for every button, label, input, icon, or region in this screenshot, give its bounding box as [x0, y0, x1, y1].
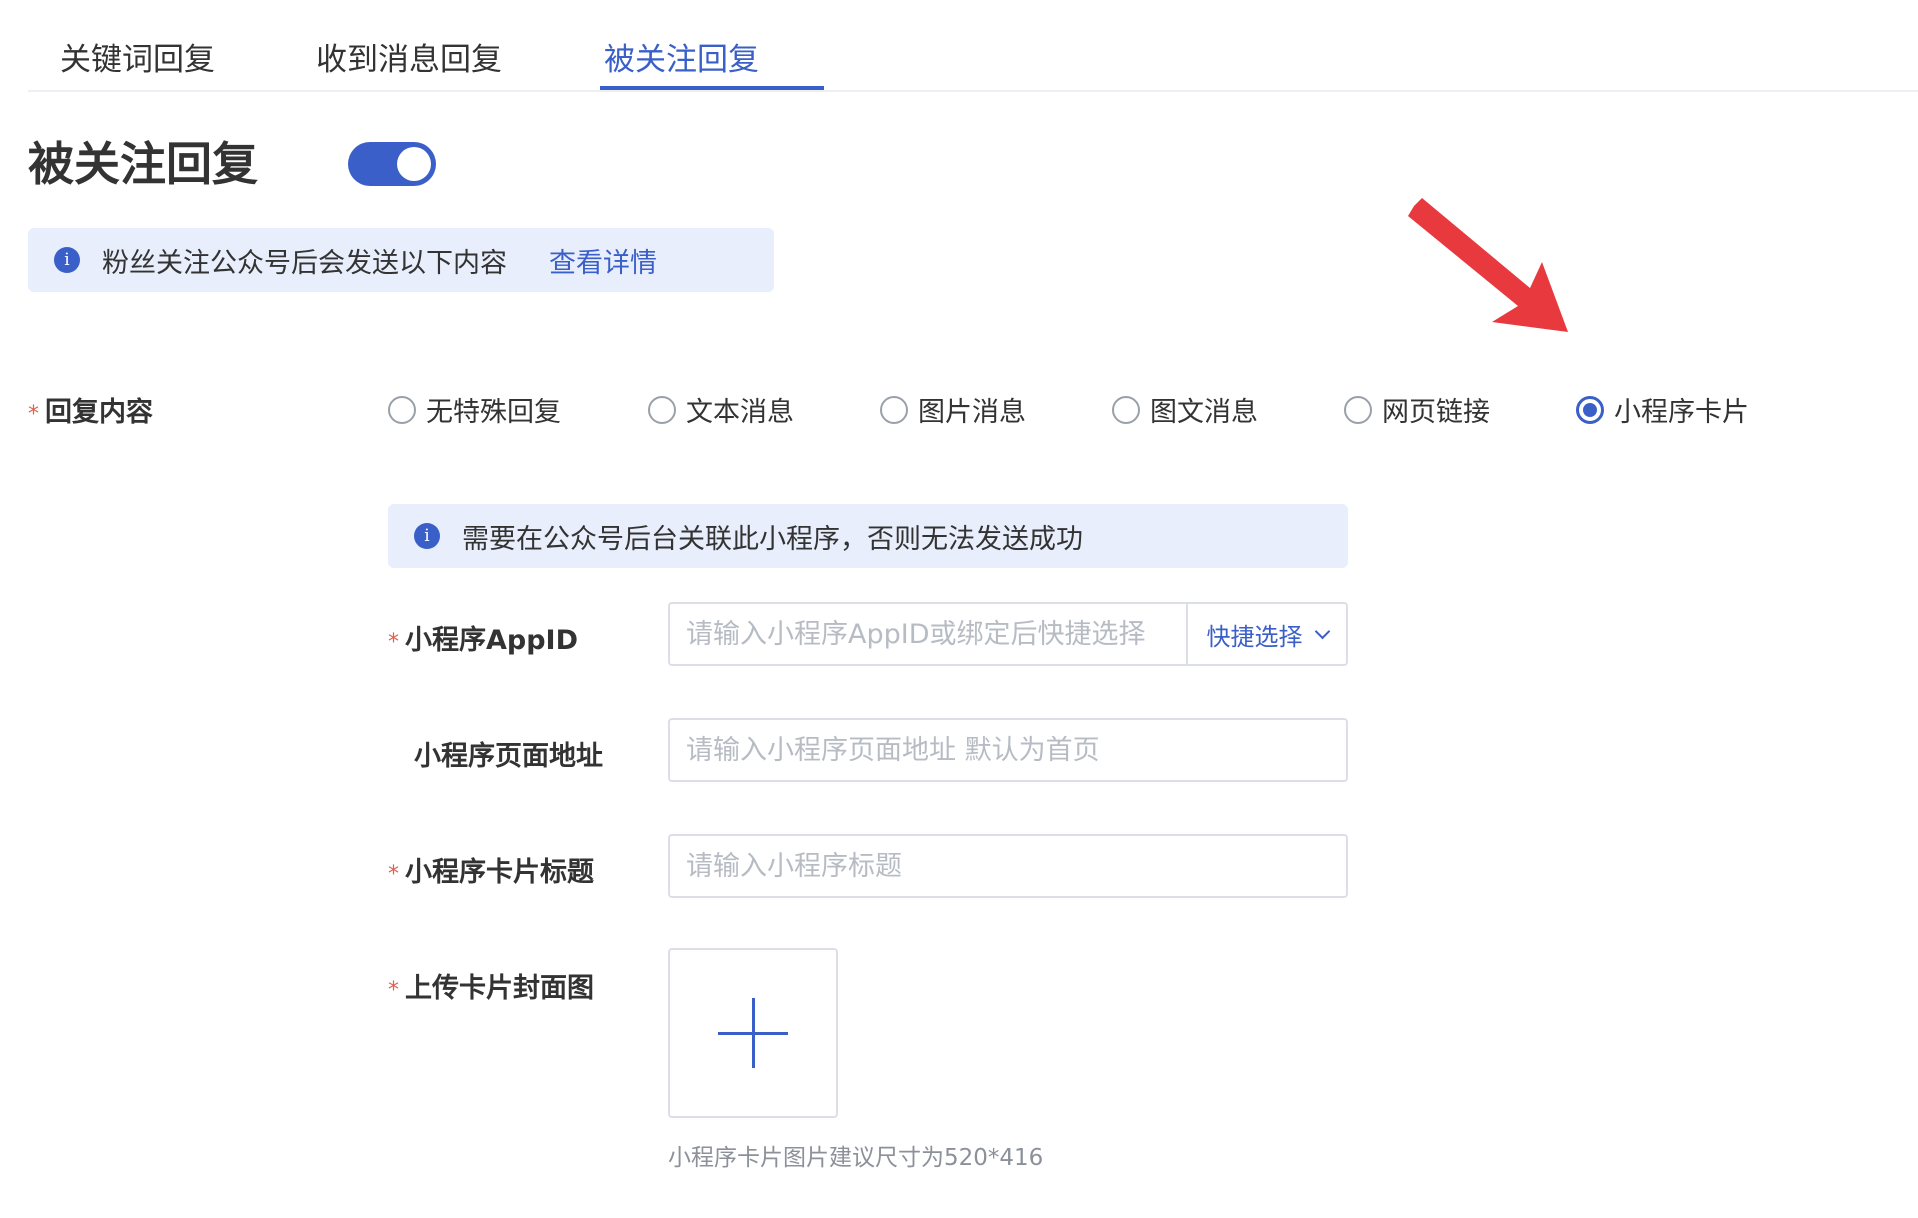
radio-circle [1344, 395, 1372, 424]
view-details-link[interactable]: 查看详情 [549, 241, 657, 280]
radio-label: 图片消息 [918, 397, 1026, 428]
radio-text-message[interactable]: 文本消息 [648, 390, 794, 429]
tab-keyword-reply[interactable]: 关键词回复 [60, 34, 215, 79]
appid-input-group: 快捷选择 [668, 602, 1348, 666]
red-arrow-icon [1408, 198, 1568, 332]
radio-circle [388, 395, 416, 424]
page-path-input[interactable] [670, 720, 1346, 780]
tab-message-reply[interactable]: 收到消息回复 [316, 34, 502, 79]
radio-mini-program-card[interactable]: 小程序卡片 [1576, 390, 1749, 429]
radio-no-special-reply[interactable]: 无特殊回复 [388, 390, 561, 429]
required-mark: * [388, 862, 399, 887]
page-title: 被关注回复 [28, 137, 258, 191]
page-path-label: 小程序页面地址 [414, 741, 603, 772]
quick-select-dropdown[interactable]: 快捷选择 [1186, 604, 1346, 664]
radio-image-message[interactable]: 图片消息 [880, 390, 1026, 429]
cover-upload-label-text: 上传卡片封面图 [405, 973, 594, 1004]
reply-content-label: * 回复内容 [28, 390, 153, 429]
cover-upload-label: * 上传卡片封面图 [388, 966, 594, 1005]
radio-circle [880, 395, 908, 424]
cover-size-hint: 小程序卡片图片建议尺寸为520*416 [668, 1145, 1044, 1171]
radio-label: 图文消息 [1150, 397, 1258, 428]
radio-label: 网页链接 [1382, 397, 1490, 428]
toggle-knob [397, 147, 431, 181]
mini-program-notice-banner: i 需要在公众号后台关联此小程序，否则无法发送成功 [388, 504, 1348, 568]
radio-circle-checked [1576, 395, 1604, 424]
appid-label: * 小程序AppID [388, 618, 578, 657]
card-title-label-text: 小程序卡片标题 [405, 857, 594, 888]
appid-label-text: 小程序AppID [405, 625, 579, 656]
chevron-down-icon [1314, 623, 1330, 639]
follow-notice-text: 粉丝关注公众号后会发送以下内容 [102, 247, 507, 279]
active-tab-indicator [600, 86, 824, 90]
required-mark: * [388, 978, 399, 1003]
plus-icon-vertical [752, 998, 755, 1068]
card-title-input[interactable] [670, 836, 1346, 896]
radio-label: 小程序卡片 [1614, 397, 1749, 428]
info-icon: i [414, 523, 440, 549]
reply-content-label-text: 回复内容 [45, 397, 153, 428]
radio-web-link[interactable]: 网页链接 [1344, 390, 1490, 429]
required-mark: * [388, 630, 399, 655]
page-path-input-box [668, 718, 1348, 782]
radio-article-message[interactable]: 图文消息 [1112, 390, 1258, 429]
radio-circle [1112, 395, 1140, 424]
follow-notice-banner: i 粉丝关注公众号后会发送以下内容 查看详情 [28, 228, 774, 292]
radio-label: 文本消息 [686, 397, 794, 428]
radio-label: 无特殊回复 [426, 397, 561, 428]
required-mark: * [28, 402, 39, 427]
follow-reply-toggle[interactable] [348, 142, 436, 186]
tab-bar: 关键词回复 收到消息回复 被关注回复 [28, 0, 1918, 92]
radio-circle [648, 395, 676, 424]
quick-select-label: 快捷选择 [1206, 622, 1303, 651]
appid-input[interactable] [670, 604, 1186, 664]
mini-program-notice-text: 需要在公众号后台关联此小程序，否则无法发送成功 [462, 523, 1083, 555]
tab-follow-reply[interactable]: 被关注回复 [604, 34, 759, 79]
card-title-input-box [668, 834, 1348, 898]
cover-upload-button[interactable] [668, 948, 838, 1118]
card-title-label: * 小程序卡片标题 [388, 850, 594, 889]
info-icon: i [54, 247, 80, 273]
